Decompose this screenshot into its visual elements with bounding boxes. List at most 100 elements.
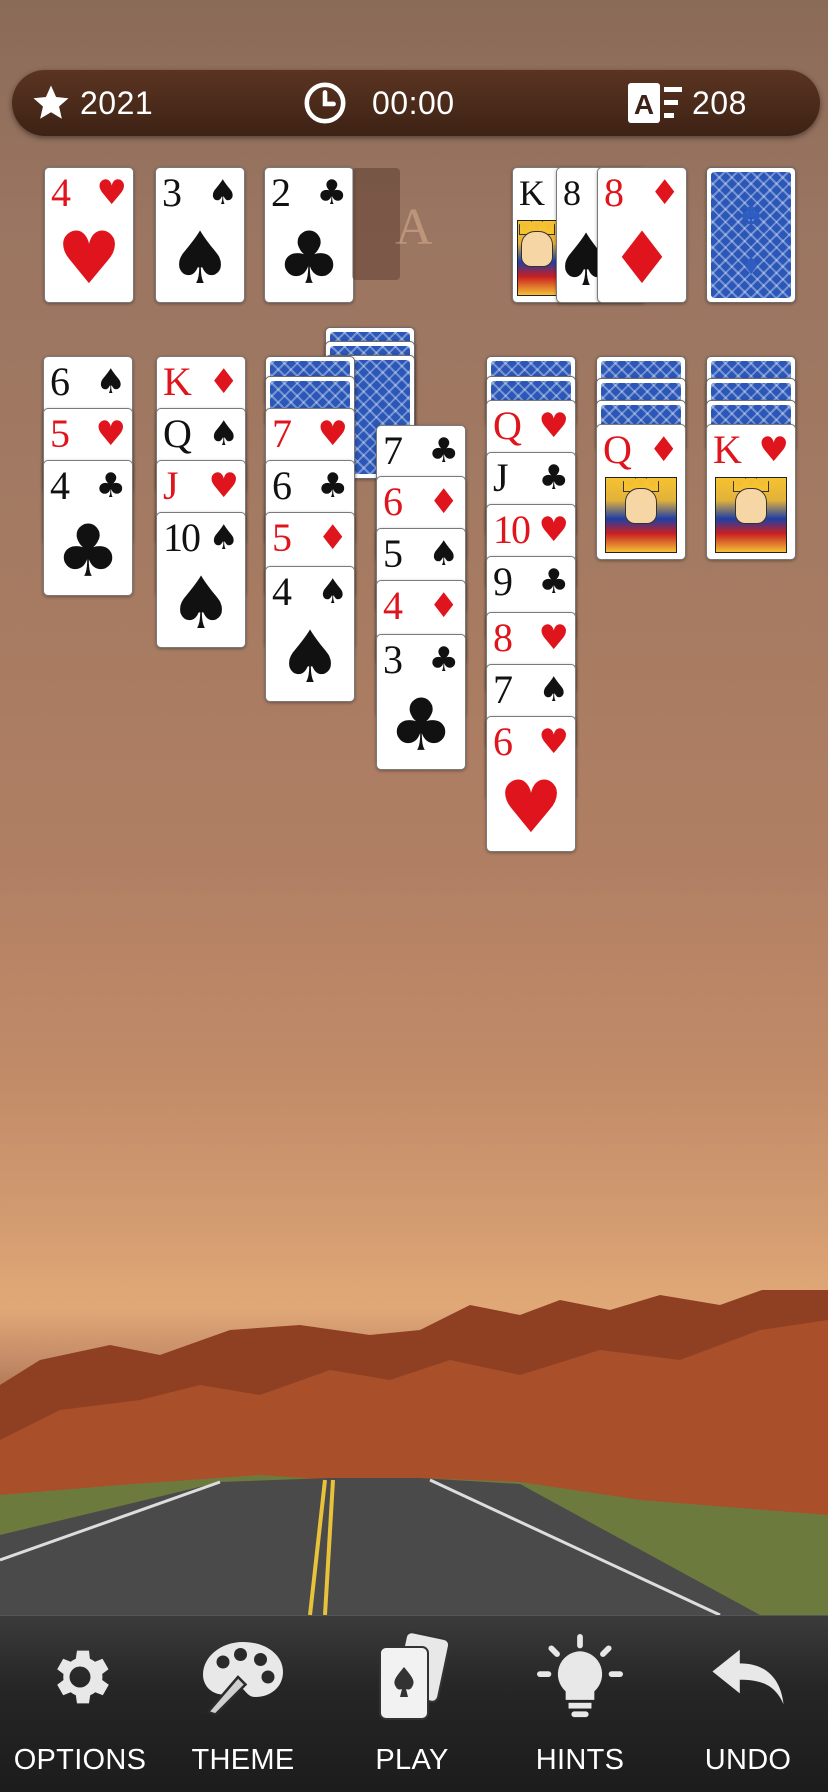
- card-rank: 5: [50, 411, 70, 456]
- card-suit: ♠: [317, 572, 348, 612]
- card-rank: 8: [563, 173, 581, 213]
- undo-arrow-icon: [707, 1634, 789, 1720]
- foundation-empty-slot[interactable]: [352, 168, 400, 280]
- card-rank: 6: [383, 479, 403, 524]
- best-score: 2021: [30, 70, 153, 136]
- options-label: OPTIONS: [13, 1744, 147, 1776]
- card-suit: ♣: [95, 466, 126, 506]
- card-suit-large: ♣: [55, 509, 121, 593]
- svg-text:A: A: [634, 89, 654, 120]
- card-suit: ♠: [208, 518, 239, 558]
- hints-button[interactable]: HINTS: [500, 1616, 660, 1792]
- tableau-card[interactable]: 3 ♣ ♣: [376, 634, 466, 770]
- card-suit: ♦: [428, 482, 459, 522]
- card-suit: ♥: [538, 510, 569, 550]
- card-suit-large: ♦: [609, 216, 675, 300]
- card-suit: ♦: [317, 518, 348, 558]
- card-suit-large: ♥: [498, 765, 564, 849]
- timer: 00:00: [302, 70, 455, 136]
- card-suit: ♥: [96, 173, 127, 213]
- card-rank: 3: [383, 637, 403, 682]
- gear-icon: [44, 1634, 116, 1720]
- card-rank: 4: [51, 170, 71, 215]
- tableau-card[interactable]: 4 ♣ ♣: [43, 460, 133, 596]
- card-rank: 10: [493, 507, 531, 552]
- card-suit-large: ♠: [167, 216, 233, 300]
- card-suit: ♠: [207, 173, 238, 213]
- waste-top-card[interactable]: 8 ♦ ♦: [597, 167, 687, 303]
- card-suit: ♠: [95, 362, 126, 402]
- king-face-art: [517, 220, 557, 296]
- moves-value: 208: [692, 84, 747, 121]
- diamond-icon: ♦: [743, 248, 759, 281]
- card-suit: ♦: [428, 586, 459, 626]
- card-suit-large: ♥: [56, 216, 122, 300]
- foundation-pile-clubs[interactable]: 2 ♣ ♣: [264, 167, 354, 303]
- card-suit: ♥: [317, 414, 348, 454]
- card-suit-large: ♣: [276, 216, 342, 300]
- card-rank: 6: [493, 719, 513, 764]
- card-rank: 4: [50, 463, 70, 508]
- card-suit: ♥: [538, 722, 569, 762]
- card-suit: ♠: [208, 414, 239, 454]
- tableau-card[interactable]: 10 ♠ ♠: [156, 512, 246, 648]
- tableau-card[interactable]: K ♥: [706, 424, 796, 560]
- stock-pile[interactable]: ♣ ♦: [706, 167, 796, 303]
- card-suit-large: ♠: [277, 615, 343, 699]
- desert-landscape: [0, 1290, 828, 1615]
- tableau-card[interactable]: 4 ♠ ♠: [265, 566, 355, 702]
- card-rank: Q: [163, 411, 192, 456]
- clock-icon: [302, 80, 348, 126]
- score-bar: 2021 00:00 A 208: [12, 70, 820, 136]
- moves-counter: A 208: [626, 70, 747, 136]
- card-rank: 10: [163, 515, 201, 560]
- card-suit-large: ♠: [168, 561, 234, 645]
- undo-button[interactable]: UNDO: [668, 1616, 828, 1792]
- card-rank: 9: [493, 559, 513, 604]
- hints-label: HINTS: [535, 1744, 625, 1776]
- cards-icon: [372, 1631, 452, 1720]
- card-suit: ♥: [538, 618, 569, 658]
- card-rank: 8: [604, 170, 624, 215]
- king-face-art: [715, 477, 787, 553]
- foundation-pile-spades[interactable]: 3 ♠ ♠: [155, 167, 245, 303]
- card-rank: Q: [603, 427, 632, 472]
- card-rank: K: [713, 427, 742, 472]
- card-rank: J: [493, 455, 509, 500]
- undo-label: UNDO: [704, 1744, 792, 1776]
- card-suit: ♦: [649, 173, 680, 213]
- card-rank: 5: [383, 531, 403, 576]
- card-rank: 7: [272, 411, 292, 456]
- card-suit: ♦: [208, 362, 239, 402]
- card-rank: K: [163, 359, 192, 404]
- card-suit: ♠: [538, 670, 569, 710]
- card-suit: ♣: [316, 173, 347, 213]
- theme-label: THEME: [191, 1744, 295, 1776]
- card-suit: ♥: [95, 414, 126, 454]
- options-button[interactable]: OPTIONS: [0, 1616, 160, 1792]
- card-rank: 3: [162, 170, 182, 215]
- card-rank: 7: [493, 667, 513, 712]
- card-rank: 4: [272, 569, 292, 614]
- palette-icon: [198, 1634, 288, 1720]
- card-suit: ♣: [428, 431, 459, 471]
- play-button[interactable]: PLAY: [332, 1616, 492, 1792]
- theme-button[interactable]: THEME: [163, 1616, 323, 1792]
- card-suit: ♣: [428, 640, 459, 680]
- bottom-toolbar: OPTIONS THEME PLAY HINTS UNDO: [0, 1615, 828, 1792]
- card-suit: ♠: [428, 534, 459, 574]
- empty-slot-letter: A: [395, 199, 433, 256]
- card-rank: 4: [383, 583, 403, 628]
- card-suit: ♣: [538, 562, 569, 602]
- card-suit-large: ♣: [388, 683, 454, 767]
- tableau-card[interactable]: Q ♦: [596, 424, 686, 560]
- lightbulb-icon: [537, 1634, 623, 1720]
- moves-icon: A: [626, 81, 684, 125]
- card-suit: ♦: [648, 430, 679, 470]
- star-icon: [30, 82, 72, 124]
- card-rank: 7: [383, 428, 403, 473]
- foundation-pile-hearts[interactable]: 4 ♥ ♥: [44, 167, 134, 303]
- play-label: PLAY: [375, 1744, 449, 1776]
- tableau-card[interactable]: 6 ♥ ♥: [486, 716, 576, 852]
- card-suit: ♣: [538, 458, 569, 498]
